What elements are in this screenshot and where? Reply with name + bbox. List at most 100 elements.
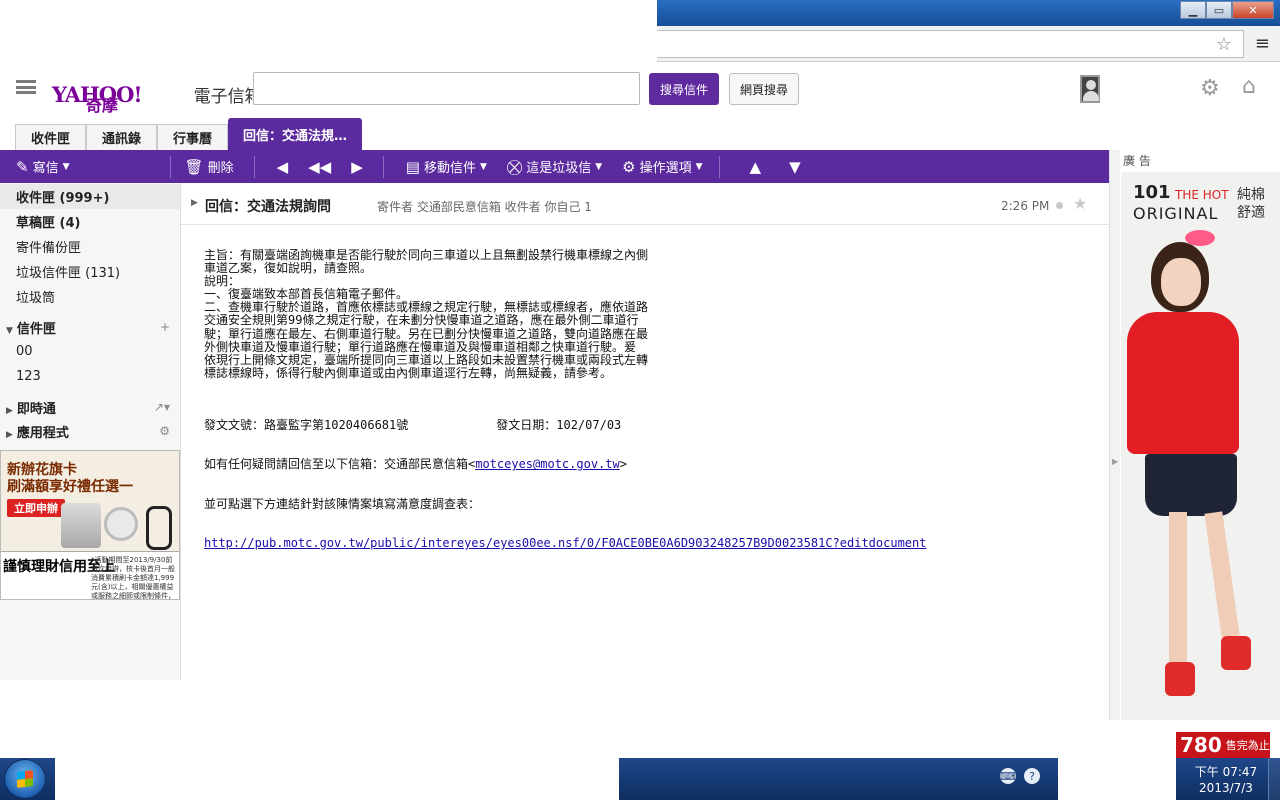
yahoo-logo[interactable]: YAHOO! 奇摩 電子信箱 [52,74,262,116]
tab-open-message[interactable]: 回信：交通法規… [228,118,363,150]
reply-all-button[interactable]: ◀◀ [300,150,343,183]
message-body-line: 外側快車道及慢車道行駛；單行道路應在慢車道及與慢車道相鄰之快車道行駛。爰 [204,339,637,354]
sidebar-item-trash[interactable]: 垃圾筒 [0,284,180,309]
screen: ▁ ▭ ✕ ☆ ≡ YAHOO! 奇摩 電子信箱 搜尋信件 網頁搜尋 ⚙ ⌂ 收… [0,0,1280,800]
sidebar-item-drafts[interactable]: 草稿匣 (4) [0,209,180,234]
toolbar-divider [169,155,171,178]
ad-fine-print: *活動期間至2013/9/30前首次申辦，核卡後首月一般消費累積刷卡金額達1,9… [91,556,175,600]
spam-button[interactable]: ⛒ 這是垃圾信 ▼ [497,150,612,183]
close-button[interactable]: ✕ [1232,1,1274,19]
section-messenger[interactable]: ▶ 即時通 ↗▾ [0,395,180,419]
right-ad-banner[interactable]: 101 THE HOT ORIGINAL 純棉舒適 [1121,172,1280,720]
arrow-up-icon: ▲ [749,157,762,176]
home-icon[interactable]: ⌂ [1242,74,1256,99]
reply-all-icon: ◀◀ [308,157,332,176]
forward-button[interactable]: ▶ [343,150,375,183]
address-bar[interactable] [657,30,1244,58]
product-name: 電子信箱 [193,86,262,106]
reply-button[interactable]: ◀ [269,150,301,183]
ad-rail-toggle[interactable]: ▶ [1109,150,1120,720]
ad-label: 廣 告 [1123,154,1151,168]
ad-price-strip[interactable]: 780 售完為止 [1176,732,1270,758]
contact-email-link[interactable]: motceyes@motc.gov.tw [475,457,620,471]
maximize-button[interactable]: ▭ [1206,1,1232,19]
ad-price: 780 [1180,733,1222,757]
tab-calendar[interactable]: 行事曆 [157,124,229,150]
triangle-right-icon: ▶ [6,429,13,440]
message-body-line: 標誌標線時，係得行駛內側車道或由內側車道逕行左轉，尚無疑義，請參考。 [204,365,613,380]
message-time: 2:26 PM [1001,199,1050,213]
search-mail-button[interactable]: 搜尋信件 [649,73,719,105]
apps-settings-icon[interactable]: ⚙ [159,424,170,438]
taskbar-clock[interactable]: 下午 07:47 2013/7/3 [1186,764,1266,796]
toolbar-divider [382,155,384,178]
section-apps[interactable]: ▶ 應用程式 ⚙ [0,419,180,443]
ad-brand-hot: THE HOT [1175,188,1229,202]
trash-icon: 🗑 [184,157,204,176]
triangle-right-icon: ▶ [6,405,13,416]
ad-apply-button[interactable]: 立即申辦 [7,499,65,517]
expand-triangle-icon[interactable]: ▶ [191,198,198,208]
read-status-dot-icon[interactable] [1056,202,1063,209]
model-shirt [1127,312,1239,454]
blank-area [1058,758,1176,800]
minimize-button[interactable]: ▁ [1180,1,1206,19]
hamburger-menu-icon[interactable] [16,80,36,94]
contact-suffix: > [619,457,627,472]
message-body-line: 依現行上開條文規定，臺端所提同向三車道以上路段如未設置禁行機車或兩段式左轉 [204,352,649,367]
help-icon[interactable]: ? [1024,768,1040,784]
sidebar-item-spam[interactable]: 垃圾信件匣 (131) [0,259,180,284]
browser-menu-icon[interactable]: ≡ [1255,33,1270,54]
arrow-down-icon: ▼ [789,157,801,176]
spam-label: 這是垃圾信 [526,161,592,176]
window-controls: ▁ ▭ ✕ [1180,1,1274,19]
message-header[interactable]: ▶ 回信：交通法規詢問 寄件者 交通部民意信箱 收件者 你自己 1 2:26 P… [181,183,1109,225]
model-shoe [1165,662,1195,696]
sidebar-item-folder[interactable]: 00 [0,339,180,364]
model-shoe [1221,636,1251,670]
section-messenger-label: 即時通 [16,401,56,417]
web-search-button[interactable]: 網頁搜尋 [729,73,799,105]
actions-label: 操作選項 [639,161,692,176]
model-bow [1185,230,1215,246]
folder-icon: ▤ [405,157,420,176]
mail-tabs: 收件匣 通訊錄 行事曆 回信：交通法規… [15,118,363,150]
clock-date: 2013/7/3 [1199,781,1253,795]
compose-icon: ✎ [16,157,29,176]
avatar-icon[interactable] [1080,75,1100,103]
contact-line: 如有任何疑問請回信至以下信箱：交通部民意信箱<motceyes@motc.gov… [204,458,926,471]
system-tray: ⌨ ? [1000,768,1040,784]
move-button[interactable]: ▤ 移動信件 ▼ [396,150,497,183]
start-button[interactable] [4,759,46,799]
sidebar-item-sent[interactable]: 寄件備份匣 [0,234,180,259]
tab-contacts[interactable]: 通訊錄 [86,124,158,150]
message-body-line: 車道乙案，復如說明，請查照。 [204,261,373,276]
folder-sidebar: 收件匣 (999+) 草稿匣 (4) 寄件備份匣 垃圾信件匣 (131) 垃圾筒… [0,183,181,680]
compose-button[interactable]: ✎ 寫信 ▼ [0,150,80,183]
chevron-down-icon: ▼ [479,161,487,172]
settings-gear-icon[interactable]: ⚙ [1200,76,1220,101]
ad-brand-original: ORIGINAL [1133,204,1219,223]
next-message-button[interactable]: ▼ [777,150,817,183]
sidebar-item-folder[interactable]: 123 [0,364,180,389]
show-desktop-button[interactable] [1268,758,1280,800]
messenger-status-icon[interactable]: ↗▾ [154,400,170,414]
sidebar-item-inbox[interactable]: 收件匣 (999+) [0,184,180,209]
tab-inbox[interactable]: 收件匣 [15,124,87,150]
message-subject: 回信：交通法規詢問 [205,199,331,215]
actions-button[interactable]: ⚙ 操作選項 ▼ [612,150,712,183]
keyboard-icon[interactable]: ⌨ [1000,768,1016,784]
previous-message-button[interactable]: ▲ [738,150,778,183]
survey-link[interactable]: http://pub.motc.gov.tw/public/intereyes/… [204,536,926,550]
star-icon[interactable]: ★ [1073,194,1087,213]
add-folder-icon[interactable]: + [160,320,170,334]
model-face [1161,258,1201,306]
sidebar-ad-banner[interactable]: 新辦花旗卡 刷滿額享好禮任選一 立即申辦 謹慎理財信用至上 *活動期間至2013… [0,450,180,600]
delete-button[interactable]: 🗑 刪除 [175,150,244,183]
bookmark-star-icon[interactable]: ☆ [1216,34,1232,55]
blank-area [55,680,619,800]
message-toolbar: ✎ 寫信 ▼ 🗑 刪除 ◀ ◀◀ ▶ ▤ 移動信件 ▼ ⛒ 這是垃圾信 ▼ ⚙ … [0,150,1109,183]
luggage-image [61,503,101,548]
search-input[interactable] [253,72,640,105]
section-folders[interactable]: ▼ 信件匣 + [0,315,180,339]
